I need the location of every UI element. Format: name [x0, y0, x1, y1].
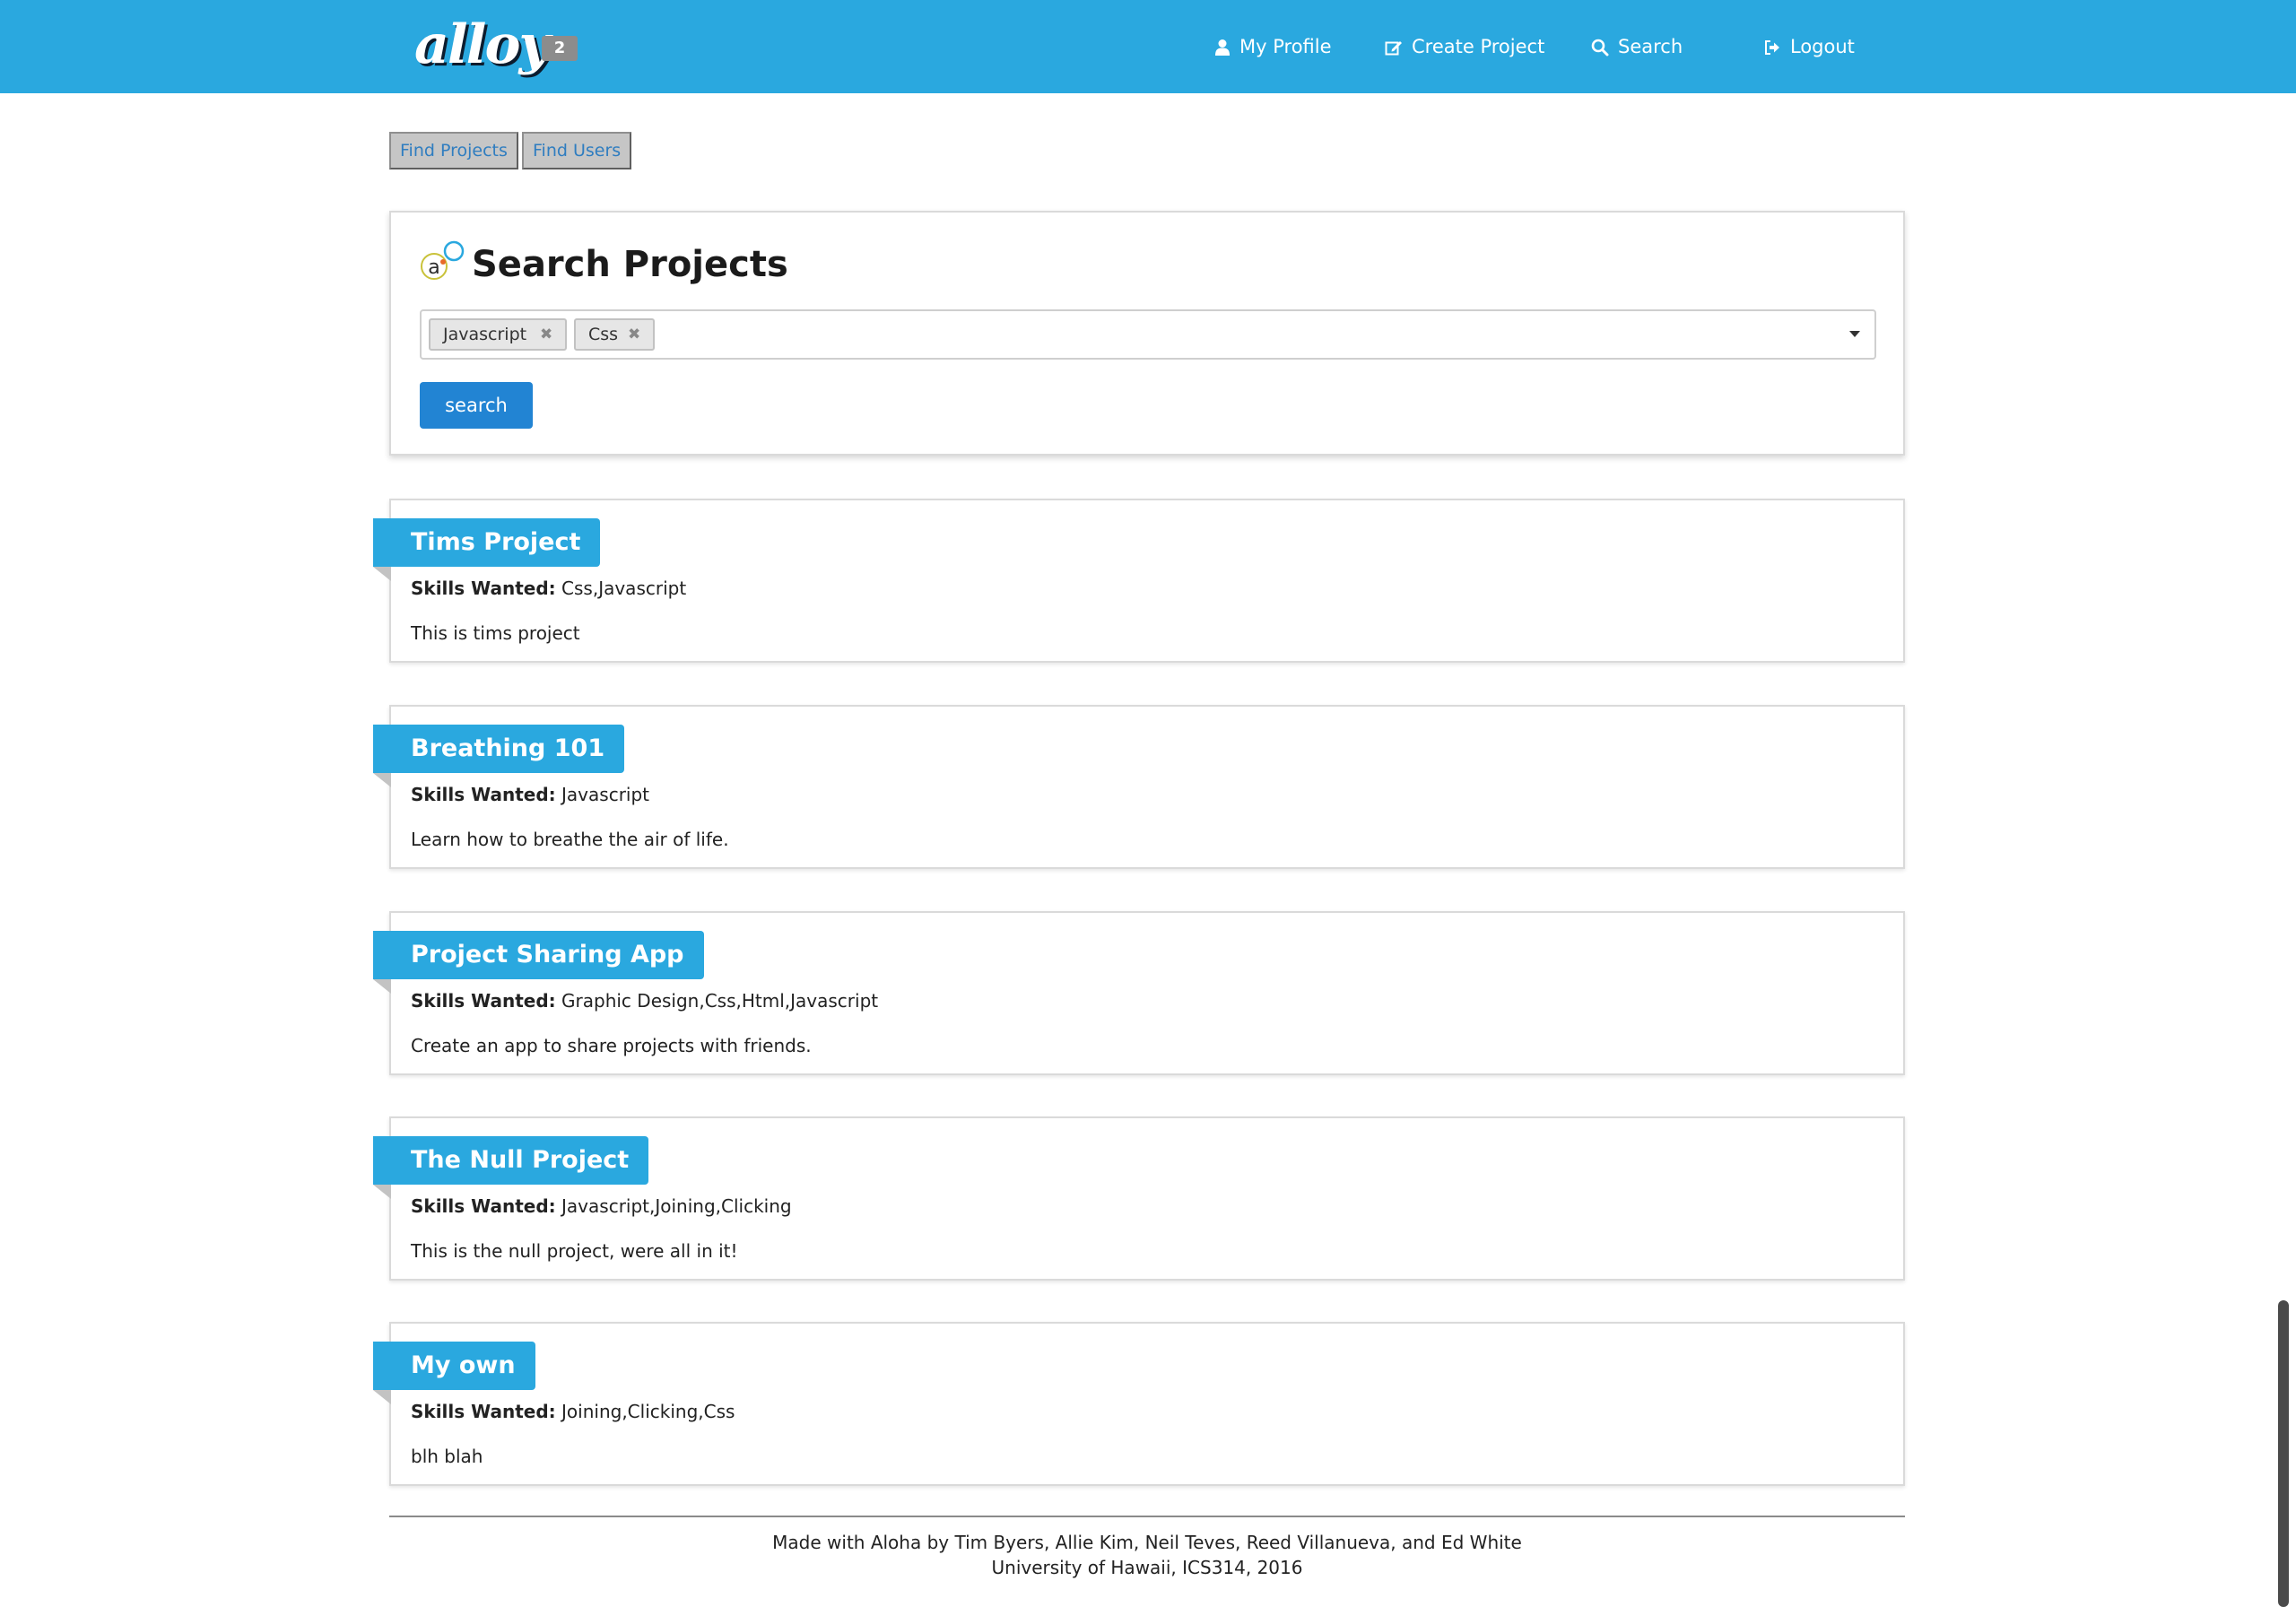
tag-label: Css: [588, 325, 619, 344]
skills-label: Skills Wanted:: [411, 578, 556, 599]
skills-label: Skills Wanted:: [411, 1195, 556, 1217]
project-title[interactable]: Project Sharing App: [373, 931, 704, 979]
footer-credits: Made with Aloha by Tim Byers, Allie Kim,…: [772, 1532, 1522, 1553]
ribbon-fold: [373, 567, 391, 581]
search-projects-panel: a Search Projects Javascript ✖ Css ✖ sea…: [389, 211, 1905, 456]
nav-my-profile[interactable]: My Profile: [1214, 30, 1332, 63]
tag-label: Javascript: [443, 325, 527, 344]
logout-icon: [1765, 40, 1779, 55]
project-card: Project Sharing App Skills Wanted: Graph…: [373, 911, 1905, 1075]
tab-find-users[interactable]: Find Users: [522, 132, 632, 169]
svg-text:a: a: [428, 256, 439, 279]
nav-search-label: Search: [1618, 36, 1683, 57]
footer-university: University of Hawaii, ICS314, 2016: [991, 1557, 1303, 1578]
notification-badge[interactable]: 2: [542, 36, 578, 61]
selected-tag-css: Css ✖: [574, 318, 655, 351]
nav-create-project[interactable]: Create Project: [1385, 30, 1544, 63]
ribbon-fold: [373, 1390, 391, 1404]
ribbon-fold: [373, 979, 391, 994]
skills-value: Javascript: [561, 784, 650, 805]
project-description: This is the null project, were all in it…: [411, 1240, 738, 1262]
project-description: This is tims project: [411, 622, 580, 644]
nav-logout[interactable]: Logout: [1763, 30, 1855, 63]
project-skills: Skills Wanted: Graphic Design,Css,Html,J…: [411, 986, 878, 1015]
ribbon-fold: [373, 773, 391, 787]
project-description: Learn how to breathe the air of life.: [411, 829, 729, 850]
project-title[interactable]: Breathing 101: [373, 725, 625, 773]
skills-value: Css,Javascript: [561, 578, 687, 599]
project-card: Breathing 101 Skills Wanted: Javascript …: [373, 705, 1905, 869]
nav-search[interactable]: Search: [1591, 30, 1683, 63]
footer-divider: [389, 1516, 1905, 1517]
alloy-search-icon: a: [421, 240, 465, 280]
skills-value: Joining,Clicking,Css: [561, 1401, 735, 1422]
skills-value: Graphic Design,Css,Html,Javascript: [561, 990, 879, 1012]
selected-tag-javascript: Javascript ✖: [429, 318, 567, 351]
nav-my-profile-label: My Profile: [1239, 36, 1332, 57]
top-navbar: alloy 2 My Profile Create Project Search…: [0, 0, 2296, 93]
ribbon-fold: [373, 1185, 391, 1199]
page-scrollbar[interactable]: [2278, 1300, 2289, 1607]
skills-label: Skills Wanted:: [411, 1401, 556, 1422]
skills-label: Skills Wanted:: [411, 784, 556, 805]
project-title[interactable]: Tims Project: [373, 518, 601, 567]
nav-create-project-label: Create Project: [1412, 36, 1545, 57]
project-card: Tims Project Skills Wanted: Css,Javascri…: [373, 499, 1905, 663]
project-skills: Skills Wanted: Joining,Clicking,Css: [411, 1397, 735, 1426]
alloy-logo[interactable]: alloy: [414, 11, 550, 79]
chevron-down-icon[interactable]: [1849, 331, 1860, 337]
remove-tag-icon[interactable]: ✖: [628, 320, 640, 349]
project-description: blh blah: [411, 1446, 483, 1467]
project-title[interactable]: The Null Project: [373, 1136, 649, 1185]
skills-label: Skills Wanted:: [411, 990, 556, 1012]
skills-value: Javascript,Joining,Clicking: [561, 1195, 792, 1217]
search-icon: [1591, 39, 1609, 56]
project-description: Create an app to share projects with fri…: [411, 1035, 812, 1056]
tab-find-projects[interactable]: Find Projects: [389, 132, 518, 169]
nav-logout-label: Logout: [1790, 36, 1855, 57]
edit-icon: [1385, 41, 1402, 56]
search-button[interactable]: search: [420, 382, 533, 429]
project-skills: Skills Wanted: Javascript: [411, 780, 649, 809]
project-skills: Skills Wanted: Javascript,Joining,Clicki…: [411, 1192, 792, 1220]
skills-multiselect[interactable]: Javascript ✖ Css ✖: [420, 309, 1876, 360]
remove-tag-icon[interactable]: ✖: [540, 320, 552, 349]
project-title[interactable]: My own: [373, 1342, 535, 1390]
user-icon: [1215, 39, 1230, 56]
project-skills: Skills Wanted: Css,Javascript: [411, 574, 686, 603]
project-card: The Null Project Skills Wanted: Javascri…: [373, 1116, 1905, 1281]
project-card: My own Skills Wanted: Joining,Clicking,C…: [373, 1322, 1905, 1486]
search-projects-title: Search Projects: [472, 244, 788, 285]
